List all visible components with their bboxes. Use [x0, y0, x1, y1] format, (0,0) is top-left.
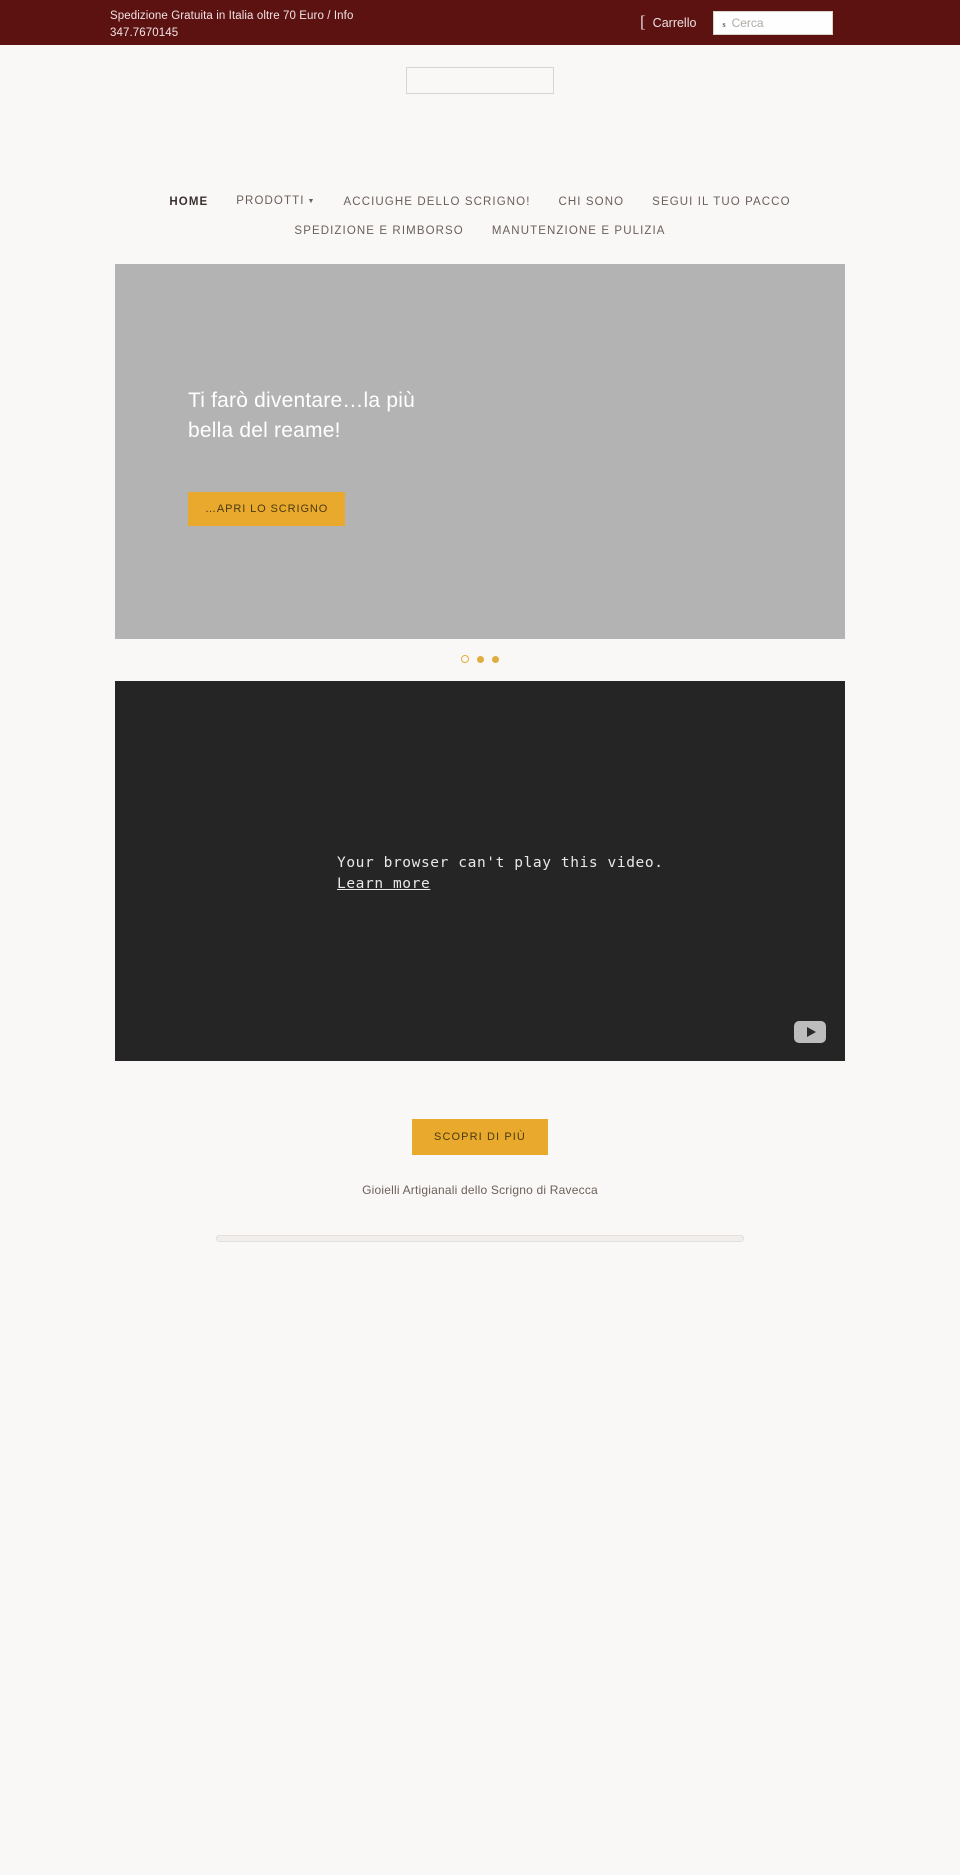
nav-item-spedizione[interactable]: Spedizione e Rimborso [280, 217, 477, 245]
announcement-message: Spedizione Gratuita in Italia oltre 70 E… [110, 10, 354, 39]
nav-item-chi-sono[interactable]: Chi Sono [545, 188, 639, 216]
nav-item-home[interactable]: Home [155, 188, 222, 216]
nav-item-acciughe[interactable]: Acciughe dello Scrigno! [330, 188, 545, 216]
cart-label: Carrello [652, 15, 697, 30]
cta-section: Scopri di più Gioielli Artigianali dello… [0, 1061, 960, 1197]
video-learn-more-link[interactable]: Learn more [337, 874, 430, 895]
main-navigation: Home Prodotti ▼ Acciughe dello Scrigno! C… [0, 187, 960, 245]
nav-label: Spedizione e Rimborso [294, 225, 464, 237]
announcement-bar-actions: [ Carrello s [640, 0, 960, 45]
cta-caption: Gioielli Artigianali dello Scrigno di Ra… [362, 1183, 598, 1197]
carousel-pagination [115, 649, 845, 669]
cart-link[interactable]: [ Carrello [640, 12, 697, 31]
nav-item-prodotti[interactable]: Prodotti ▼ [222, 187, 329, 217]
hero-content: Ti farò diventare…la più bella del reame… [188, 386, 608, 526]
video-error-text: Your browser can't play this video. [337, 855, 664, 871]
hero-cta-button[interactable]: …Apri lo Scrigno [188, 492, 346, 526]
video-player[interactable]: Your browser can't play this video. Lear… [115, 681, 845, 1061]
play-button[interactable] [794, 1021, 826, 1043]
hero-slider-section: Ti farò diventare…la più bella del reame… [0, 240, 960, 669]
nav-row-primary: Home Prodotti ▼ Acciughe dello Scrigno! C… [0, 187, 960, 217]
nav-label: Segui il tuo pacco [652, 196, 791, 208]
video-section: Your browser can't play this video. Lear… [0, 669, 960, 1061]
page-bottom-spacer [0, 1242, 960, 1742]
nav-row-secondary: Spedizione e Rimborso Manutenzione e Pul… [0, 217, 960, 245]
announcement-bar: Spedizione Gratuita in Italia oltre 70 E… [0, 0, 960, 45]
nav-label: Prodotti [236, 195, 305, 207]
nav-label: Manutenzione e Pulizia [491, 225, 666, 237]
carousel-dot-2[interactable] [477, 655, 484, 663]
scopri-di-piu-button[interactable]: Scopri di più [412, 1119, 548, 1155]
nav-item-manutenzione[interactable]: Manutenzione e Pulizia [478, 217, 680, 245]
carousel-dot-1[interactable] [461, 655, 469, 663]
hero-heading-line1: Ti farò diventare…la più [188, 389, 415, 412]
logo-region: Home Prodotti ▼ Acciughe dello Scrigno! C… [0, 45, 960, 240]
hero-heading: Ti farò diventare…la più bella del reame… [188, 386, 608, 446]
chevron-down-icon: ▼ [307, 198, 316, 205]
search-box[interactable]: s [713, 10, 834, 35]
section-divider [216, 1235, 744, 1242]
site-logo[interactable] [406, 67, 554, 94]
cart-icon: [ [640, 12, 646, 31]
play-icon [806, 1027, 816, 1037]
nav-label: Chi Sono [558, 196, 625, 208]
divider-region [0, 1197, 960, 1242]
video-error-message: Your browser can't play this video. Lear… [337, 853, 664, 895]
hero-heading-line2: bella del reame! [188, 419, 341, 442]
nav-label: Home [169, 196, 209, 208]
nav-item-segui-pacco[interactable]: Segui il tuo pacco [638, 188, 804, 216]
carousel-dot-3[interactable] [492, 655, 499, 663]
search-input[interactable] [725, 11, 814, 34]
hero-slide: Ti farò diventare…la più bella del reame… [115, 264, 845, 639]
nav-label: Acciughe dello Scrigno! [343, 196, 531, 208]
